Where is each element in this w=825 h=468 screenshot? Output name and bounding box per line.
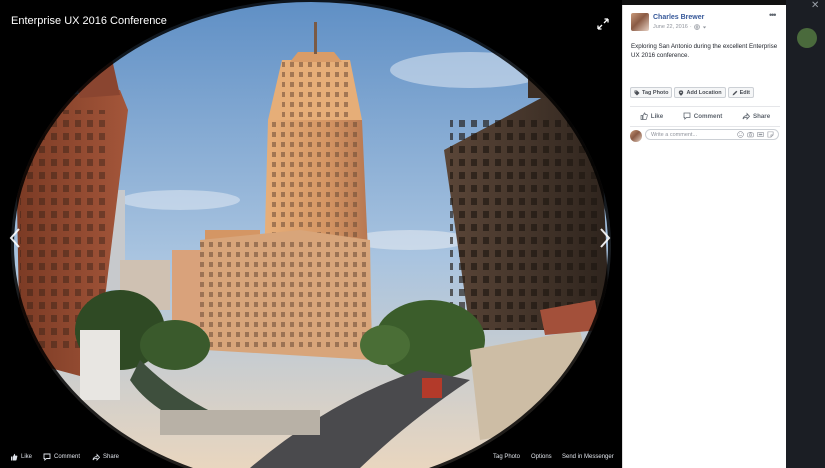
like-button[interactable]: Like [640, 109, 663, 123]
tag-photo-button[interactable]: Tag Photo [630, 87, 673, 98]
viewer-send-in-messenger-link[interactable]: Send in Messenger [562, 446, 614, 468]
viewer-tag-photo-link[interactable]: Tag Photo [493, 446, 520, 468]
share-button[interactable]: Share [742, 109, 770, 123]
thumbs-up-icon [640, 112, 648, 120]
edit-label: Edit [739, 89, 751, 96]
tag-icon [634, 90, 640, 95]
edit-button[interactable]: Edit [727, 87, 755, 98]
author-avatar[interactable] [631, 13, 649, 31]
sticker-icon[interactable] [767, 131, 774, 138]
viewer-bottom-bar: Like Comment Share Tag Photo Options Sen… [0, 446, 622, 468]
share-arrow-icon [92, 453, 100, 461]
add-location-button[interactable]: Add Location [674, 87, 726, 98]
dot-separator: · [689, 24, 692, 30]
audience-dropdown-icon[interactable] [702, 25, 707, 30]
divider [630, 106, 780, 107]
background-avatar [797, 28, 817, 48]
comment-bubble-icon [43, 453, 51, 461]
viewer-comment-label: Comment [54, 454, 81, 460]
comment-bubble-icon [683, 112, 691, 120]
post-date-link[interactable]: June 22, 2016 [653, 24, 688, 30]
post-meta: June 22, 2016 · [653, 24, 707, 30]
like-label: Like [650, 112, 664, 120]
thumbs-up-icon [11, 453, 18, 461]
globe-icon[interactable] [693, 24, 700, 30]
tag-photo-label: Tag Photo [642, 89, 669, 96]
album-title[interactable]: Enterprise UX 2016 Conference [11, 15, 167, 27]
viewer-share-button[interactable]: Share [92, 446, 119, 468]
fisheye-photo [0, 0, 622, 468]
share-arrow-icon [742, 112, 750, 120]
commenter-avatar [630, 130, 642, 142]
post-caption: Exploring San Antonio during the excelle… [631, 43, 778, 59]
add-location-label: Add Location [686, 89, 722, 96]
viewer-like-button[interactable]: Like [10, 446, 32, 468]
viewer-comment-button[interactable]: Comment [43, 446, 80, 468]
viewer-like-label: Like [21, 454, 33, 460]
comment-composer: Write a comment... [630, 129, 781, 143]
photo-viewer: Enterprise UX 2016 Conference Like Comme… [0, 0, 622, 468]
gif-icon[interactable] [757, 131, 764, 138]
location-pin-icon [679, 89, 684, 96]
post-side-panel: Charles Brewer June 22, 2016 · ••• Explo… [622, 5, 787, 468]
viewer-share-label: Share [103, 454, 120, 460]
camera-icon[interactable] [747, 131, 754, 138]
photo-action-pills: Tag Photo Add Location Edit [630, 87, 755, 98]
next-photo-arrow-icon[interactable] [598, 226, 612, 250]
emoji-icon[interactable] [737, 131, 744, 138]
expand-fullscreen-icon[interactable] [596, 17, 610, 31]
author-name-link[interactable]: Charles Brewer [653, 14, 704, 21]
comment-label: Comment [693, 112, 723, 120]
previous-photo-arrow-icon[interactable] [8, 226, 22, 250]
comment-input[interactable]: Write a comment... [645, 129, 779, 140]
divider [630, 126, 780, 127]
background-page-strip [786, 0, 825, 468]
post-actions-bar: Like Comment Share [630, 109, 780, 123]
more-options-icon[interactable]: ••• [769, 10, 777, 20]
share-label: Share [752, 112, 771, 120]
comment-placeholder: Write a comment... [651, 131, 698, 138]
pencil-icon [732, 90, 737, 95]
close-icon[interactable]: ✕ [811, 0, 819, 11]
viewer-options-link[interactable]: Options [531, 446, 552, 468]
comment-button[interactable]: Comment [683, 109, 723, 123]
comment-input-icons [737, 131, 774, 138]
